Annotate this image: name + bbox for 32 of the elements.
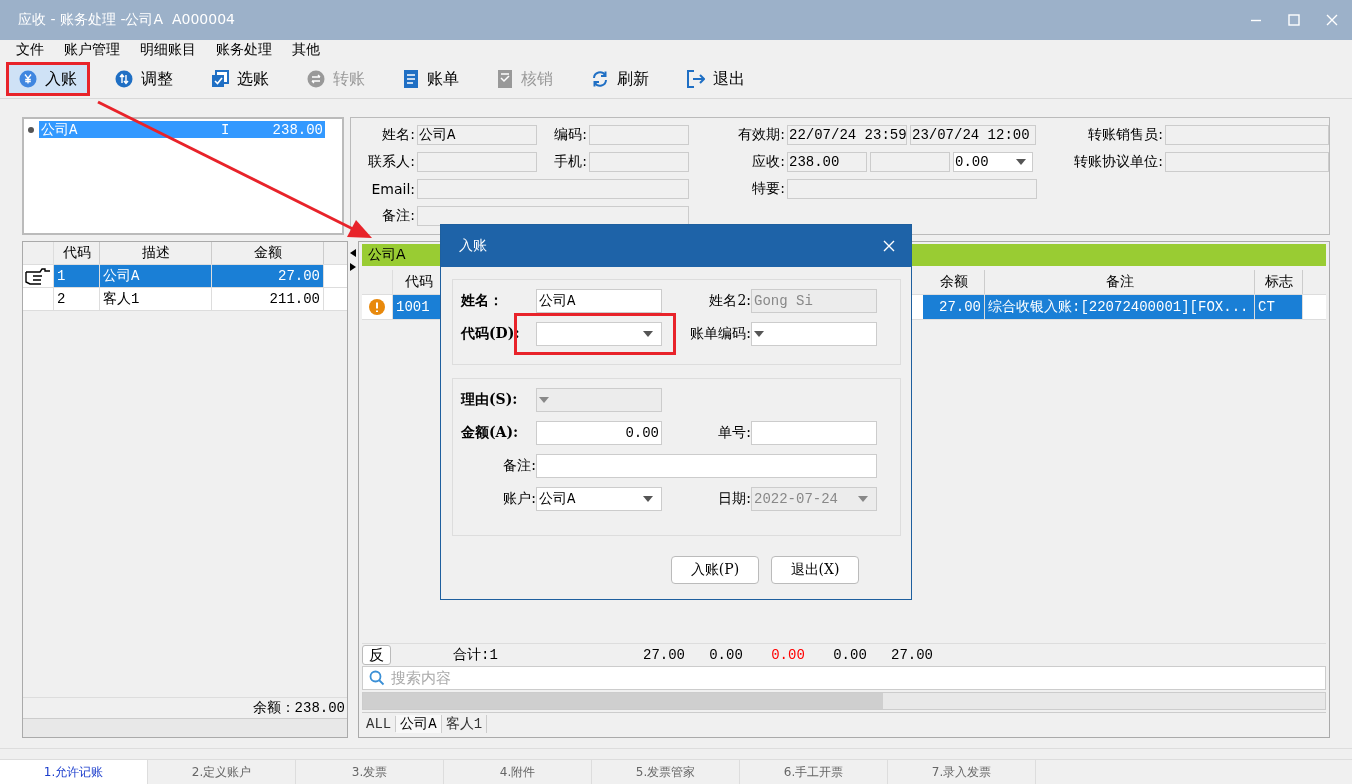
field-label: 联系人: xyxy=(367,153,415,171)
field-label: 备注: xyxy=(381,207,415,225)
field-label: 有效期: xyxy=(737,126,785,144)
field-label: 应收: xyxy=(751,153,785,171)
field-label: 金额(A): xyxy=(461,424,520,442)
field-label: 特要: xyxy=(751,180,785,198)
field-label: 账户: xyxy=(502,490,536,508)
total-value: 27.00 xyxy=(890,647,934,663)
field-label: 姓名: xyxy=(381,126,415,144)
total-value: 27.00 xyxy=(642,647,686,663)
field-label: 编码: xyxy=(553,126,587,144)
window-title: 应收 - 账务处理 -公司A A000004 xyxy=(18,11,235,29)
field-label: 账单编码: xyxy=(689,325,751,343)
field-label: 理由(S): xyxy=(461,391,519,409)
date-field: 23/07/24 12:00 xyxy=(910,125,1036,145)
total-value: 0.00 xyxy=(832,647,868,663)
field-label: Email: xyxy=(370,181,415,197)
total-value: 0.00 xyxy=(708,647,744,663)
field-label: 转账协议单位: xyxy=(1073,153,1163,171)
field-label: 单号: xyxy=(717,424,751,442)
field-label: 姓名： xyxy=(461,292,504,310)
receivable-field: 238.00 xyxy=(787,152,867,172)
total-value: 0.00 xyxy=(770,647,806,663)
field-label: 日期: xyxy=(717,490,751,508)
field-label: 备注: xyxy=(502,457,536,475)
field-label: 转账销售员: xyxy=(1087,126,1163,144)
balance-text: 余额：238.00 xyxy=(252,699,345,717)
name-field: 公司A xyxy=(417,125,537,145)
field-label: 姓名2: xyxy=(708,292,751,310)
field-label: 手机: xyxy=(553,153,587,171)
total-count: 合计:1 xyxy=(453,646,499,664)
date-field: 22/07/24 23:59 xyxy=(787,125,907,145)
